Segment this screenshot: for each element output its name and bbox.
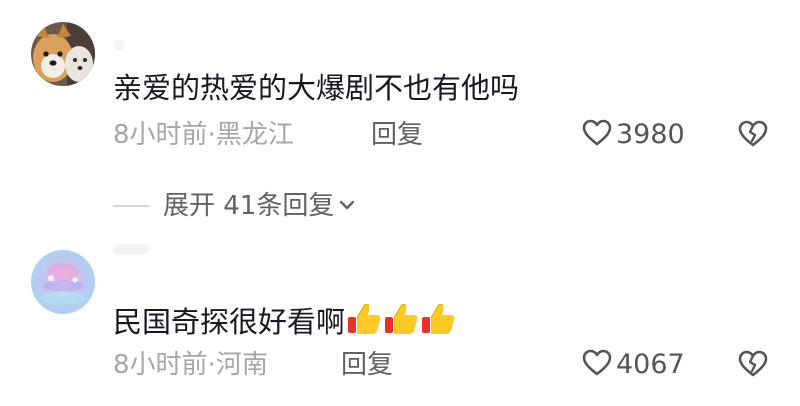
comment-item: 民国奇探很好看啊 8小时前·河南 回复 4067 [0,230,800,406]
like-button[interactable]: 4067 [582,349,685,381]
comment-time: 8小时前 [113,120,208,150]
username[interactable] [113,244,149,254]
comment-text: 亲爱的热爱的大爆剧不也有他吗 [113,71,520,105]
comment-text-content: 民国奇探很好看啊 [113,305,346,339]
username[interactable] [113,40,125,50]
comment-location: 黑龙江 [215,120,294,150]
meta-separator: · [207,120,216,150]
like-button[interactable]: 3980 [582,119,685,151]
dislike-button[interactable] [738,350,768,382]
meta-separator: · [207,350,216,380]
comment-time: 8小时前 [113,350,208,380]
thumbs-up-emoji [420,302,456,344]
reply-button[interactable]: 回复 [341,349,393,381]
reply-button[interactable]: 回复 [371,119,423,151]
like-count: 4067 [616,349,685,380]
dislike-button[interactable] [738,120,768,152]
avatar[interactable] [31,22,95,86]
heart-outline-icon [582,119,612,151]
comment-location: 河南 [215,350,268,380]
thumbs-up-emoji [383,302,419,344]
comment-meta: 8小时前·黑龙江 [113,119,294,151]
heart-outline-icon [582,349,612,381]
expand-replies-label: 展开 41条回复 [163,191,335,221]
broken-heart-icon [738,350,768,382]
avatar[interactable] [31,250,95,314]
broken-heart-icon [738,120,768,152]
like-count: 3980 [616,119,685,150]
thumbs-up-emoji [346,302,382,344]
divider [113,205,149,207]
comment-meta: 8小时前·河南 [113,349,268,381]
comment-item: 亲爱的热爱的大爆剧不也有他吗 8小时前·黑龙江 回复 3980 [0,0,800,170]
expand-replies[interactable]: 展开 41条回复 [113,190,356,222]
chevron-down-icon [338,197,356,216]
comment-text: 民国奇探很好看啊 [113,302,456,344]
